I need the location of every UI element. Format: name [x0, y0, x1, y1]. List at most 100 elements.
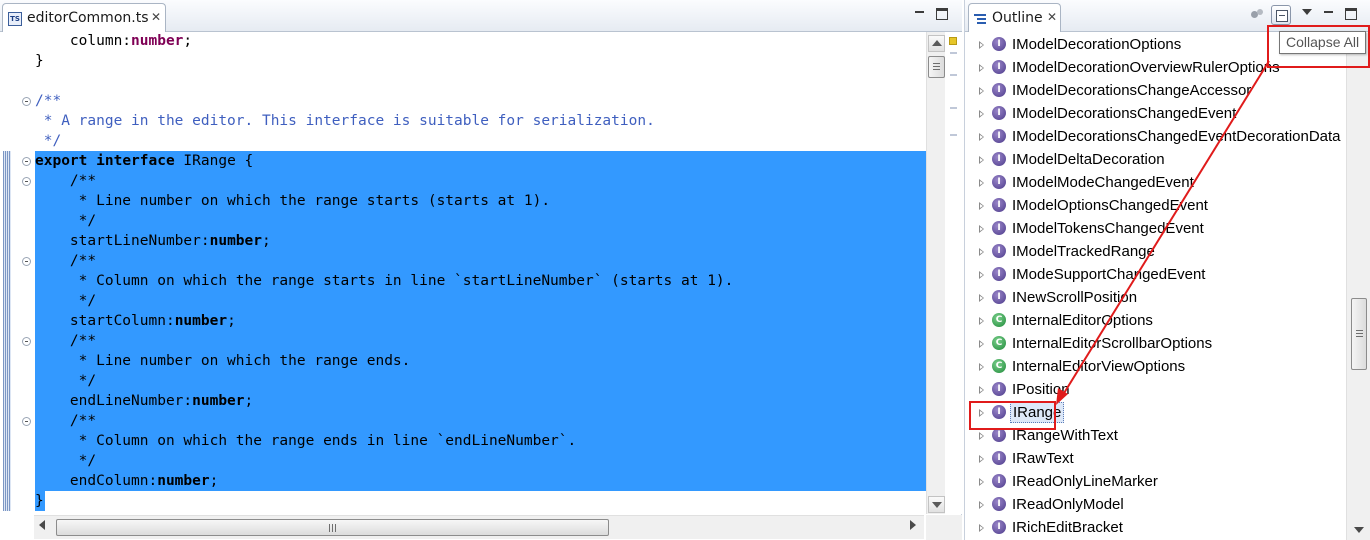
- outline-item[interactable]: I IModelDecorationsChangedEventDecoration…: [965, 125, 1345, 148]
- maximize-outline-button[interactable]: [1345, 8, 1357, 20]
- code-line[interactable]: }: [35, 491, 45, 511]
- expand-arrow-icon[interactable]: [979, 202, 984, 210]
- outline-vertical-scrollbar[interactable]: [1346, 33, 1370, 540]
- overview-mark[interactable]: [950, 52, 957, 54]
- scroll-down-arrow-icon[interactable]: [928, 496, 945, 513]
- outline-item[interactable]: I IModelDeltaDecoration: [965, 148, 1345, 171]
- overview-ruler[interactable]: [946, 32, 962, 514]
- outline-item[interactable]: I IPosition: [965, 378, 1345, 401]
- code-line[interactable]: /**: [35, 251, 926, 271]
- editor-tab[interactable]: TS editorCommon.ts ✕: [2, 3, 166, 32]
- editor-horizontal-scroll-thumb[interactable]: [56, 519, 609, 536]
- outline-item[interactable]: I IReadOnlyLineMarker: [965, 470, 1345, 493]
- scroll-left-arrow-icon[interactable]: [39, 520, 45, 530]
- fold-toggle-icon[interactable]: [22, 417, 31, 426]
- outline-tab[interactable]: Outline ✕: [968, 3, 1061, 32]
- expand-arrow-icon[interactable]: [979, 432, 984, 440]
- outline-item[interactable]: I IModelDecorationsChangeAccessor: [965, 79, 1345, 102]
- outline-item[interactable]: I INewScrollPosition: [965, 286, 1345, 309]
- code-line[interactable]: /**: [35, 331, 926, 351]
- code-line[interactable]: column:number;: [35, 32, 926, 51]
- overview-mark[interactable]: [950, 134, 957, 136]
- expand-arrow-icon[interactable]: [979, 271, 984, 279]
- maximize-editor-button[interactable]: [936, 8, 948, 20]
- outline-tree[interactable]: I IModelDecorationOptions I IModelDecoratio…: [965, 33, 1345, 540]
- code-line[interactable]: */: [35, 371, 926, 391]
- fold-toggle-icon[interactable]: [22, 257, 31, 266]
- overview-mark[interactable]: [950, 107, 957, 109]
- outline-scroll-thumb[interactable]: [1351, 298, 1367, 370]
- expand-arrow-icon[interactable]: [979, 87, 984, 95]
- expand-arrow-icon[interactable]: [979, 248, 984, 256]
- code-line[interactable]: /**: [35, 91, 926, 111]
- scroll-up-arrow-icon[interactable]: [928, 35, 945, 52]
- outline-item[interactable]: C InternalEditorViewOptions: [965, 355, 1345, 378]
- code-line[interactable]: * Column on which the range ends in line…: [35, 431, 926, 451]
- outline-item[interactable]: I IReadOnlyModel: [965, 493, 1345, 516]
- code-line[interactable]: startColumn:number;: [35, 311, 926, 331]
- editor-vertical-scrollbar[interactable]: [926, 32, 945, 514]
- expand-arrow-icon[interactable]: [979, 524, 984, 532]
- editor-horizontal-scrollbar[interactable]: [34, 515, 924, 539]
- expand-arrow-icon[interactable]: [979, 386, 984, 394]
- expand-arrow-icon[interactable]: [979, 317, 984, 325]
- code-line[interactable]: endLineNumber:number;: [35, 391, 926, 411]
- minimize-outline-button[interactable]: [1323, 8, 1335, 20]
- code-editor[interactable]: column:number;} /** * A range in the edit…: [0, 32, 926, 514]
- outline-item[interactable]: I IModelTokensChangedEvent: [965, 217, 1345, 240]
- code-line[interactable]: * Line number on which the range starts …: [35, 191, 926, 211]
- code-line[interactable]: * A range in the editor. This interface …: [35, 111, 926, 131]
- code-line[interactable]: /**: [35, 171, 926, 191]
- close-tab-icon[interactable]: ✕: [151, 10, 161, 24]
- outline-item[interactable]: I IModelDecorationsChangedEvent: [965, 102, 1345, 125]
- fold-toggle-icon[interactable]: [22, 97, 31, 106]
- editor-vertical-scroll-thumb[interactable]: [928, 56, 945, 78]
- fold-toggle-icon[interactable]: [22, 157, 31, 166]
- expand-arrow-icon[interactable]: [979, 478, 984, 486]
- expand-arrow-icon[interactable]: [979, 455, 984, 463]
- warning-marker-icon[interactable]: [949, 37, 957, 45]
- expand-arrow-icon[interactable]: [979, 133, 984, 141]
- expand-arrow-icon[interactable]: [979, 501, 984, 509]
- expand-arrow-icon[interactable]: [979, 294, 984, 302]
- code-line[interactable]: * Column on which the range starts in li…: [35, 271, 926, 291]
- expand-arrow-icon[interactable]: [979, 156, 984, 164]
- outline-item[interactable]: I IRichEditBracket: [965, 516, 1345, 539]
- code-line[interactable]: endColumn:number;: [35, 471, 926, 491]
- outline-item[interactable]: I IRawText: [965, 447, 1345, 470]
- code-line[interactable]: [35, 71, 926, 91]
- code-line[interactable]: export interface IRange {: [35, 151, 926, 171]
- code-line[interactable]: * Line number on which the range ends.: [35, 351, 926, 371]
- code-line[interactable]: */: [35, 211, 926, 231]
- outline-item-label: InternalEditorViewOptions: [1012, 358, 1186, 375]
- minimize-editor-button[interactable]: [914, 8, 926, 20]
- close-outline-icon[interactable]: ✕: [1047, 10, 1057, 24]
- code-line[interactable]: }: [35, 51, 926, 71]
- expand-arrow-icon[interactable]: [979, 110, 984, 118]
- expand-arrow-icon[interactable]: [979, 64, 984, 72]
- collapse-all-button[interactable]: [1271, 5, 1291, 25]
- outline-item[interactable]: C InternalEditorOptions: [965, 309, 1345, 332]
- link-with-editor-icon[interactable]: [1250, 8, 1264, 22]
- outline-item[interactable]: I IModelTrackedRange: [965, 240, 1345, 263]
- outline-item[interactable]: C InternalEditorScrollbarOptions: [965, 332, 1345, 355]
- expand-arrow-icon[interactable]: [979, 225, 984, 233]
- outline-item[interactable]: I IModelOptionsChangedEvent: [965, 194, 1345, 217]
- view-menu-icon[interactable]: [1302, 9, 1312, 15]
- code-line[interactable]: */: [35, 131, 926, 151]
- expand-arrow-icon[interactable]: [979, 363, 984, 371]
- outline-item[interactable]: I IModeSupportChangedEvent: [965, 263, 1345, 286]
- fold-toggle-icon[interactable]: [22, 337, 31, 346]
- code-line[interactable]: /**: [35, 411, 926, 431]
- outline-item[interactable]: I IModelModeChangedEvent: [965, 171, 1345, 194]
- expand-arrow-icon[interactable]: [979, 179, 984, 187]
- fold-toggle-icon[interactable]: [22, 177, 31, 186]
- scroll-right-arrow-icon[interactable]: [910, 520, 916, 530]
- overview-mark[interactable]: [950, 74, 957, 76]
- code-line[interactable]: startLineNumber:number;: [35, 231, 926, 251]
- code-line[interactable]: */: [35, 451, 926, 471]
- code-line[interactable]: */: [35, 291, 926, 311]
- expand-arrow-icon[interactable]: [979, 41, 984, 49]
- expand-arrow-icon[interactable]: [979, 340, 984, 348]
- scroll-down-arrow-icon[interactable]: [1354, 527, 1364, 533]
